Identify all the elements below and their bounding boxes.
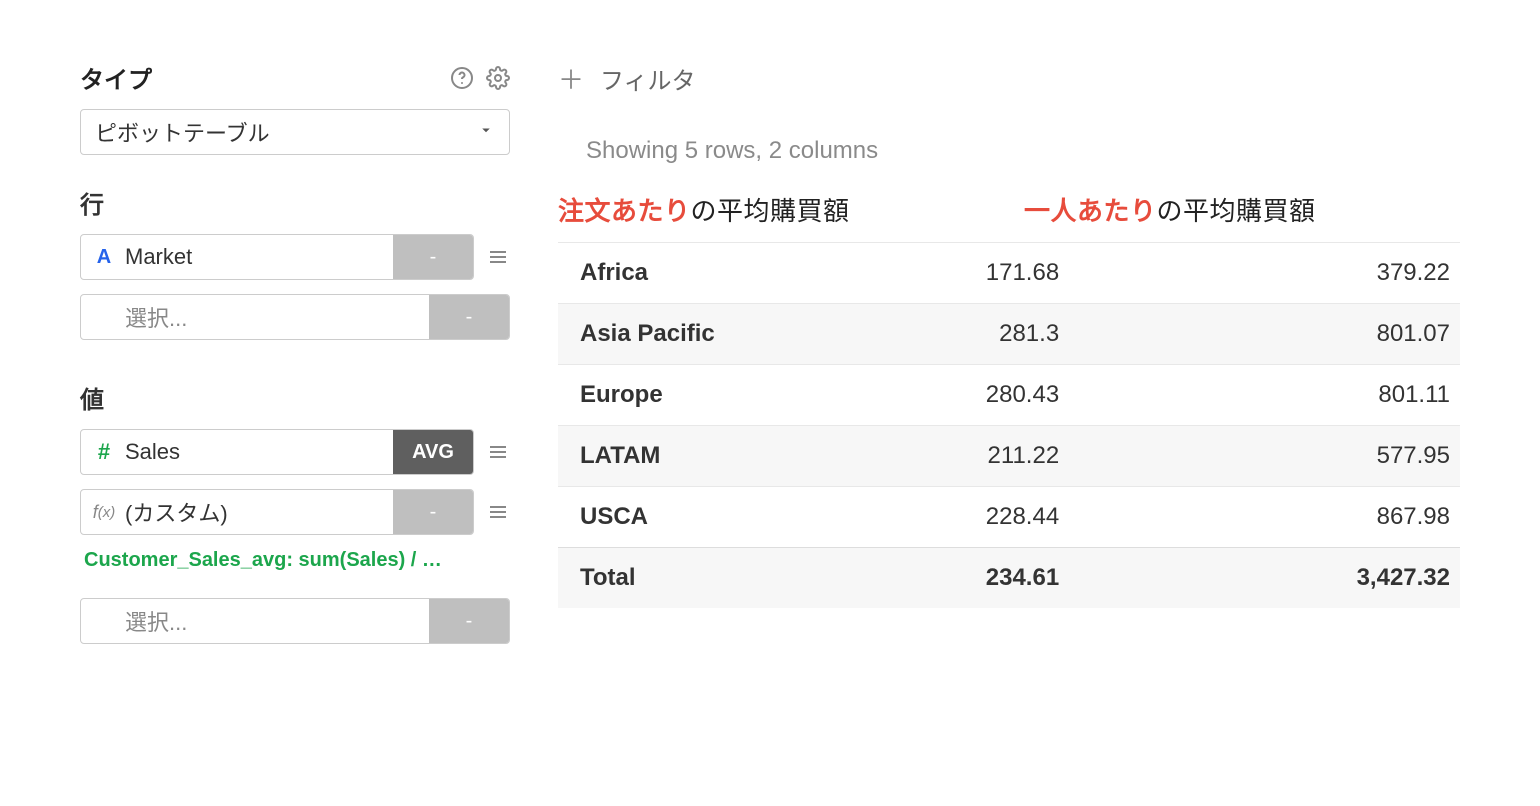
value-field-pill[interactable]: 選択... - — [80, 598, 510, 644]
help-icon[interactable] — [450, 66, 474, 90]
text-type-icon: A — [93, 246, 115, 269]
function-type-icon: f(x) — [93, 502, 115, 523]
row-name: USCA — [558, 487, 847, 548]
config-sidebar: タイプ ピボットテーブル 行 A Market - 選択... - 値 # Sales AV… — [80, 60, 510, 658]
row-agg-button[interactable]: - — [429, 295, 509, 339]
row-value-1: 281.3 — [847, 304, 1100, 365]
value-agg-button[interactable]: - — [429, 599, 509, 643]
value-agg-button[interactable]: - — [393, 490, 473, 534]
number-type-icon: # — [93, 439, 115, 465]
table-row[interactable]: LATAM211.22577.95 — [558, 426, 1460, 487]
total-row: Total234.613,427.32 — [558, 548, 1460, 609]
table-row[interactable]: Europe280.43801.11 — [558, 365, 1460, 426]
table-row[interactable]: Asia Pacific281.3801.07 — [558, 304, 1460, 365]
row-name: Europe — [558, 365, 847, 426]
col1-highlight: 注文あたり — [558, 191, 691, 228]
plus-icon: ＋ — [558, 60, 584, 97]
value-agg-button[interactable]: AVG — [393, 430, 473, 474]
total-value-1: 234.61 — [847, 548, 1100, 609]
formula-text: Customer_Sales_avg: sum(Sales) / … — [84, 549, 510, 572]
row-field-name: Market — [125, 244, 192, 270]
rows-label: 行 — [80, 185, 510, 220]
row-value-2: 577.95 — [1099, 426, 1460, 487]
row-name: Africa — [558, 243, 847, 304]
row-field-pill[interactable]: A Market - — [80, 234, 474, 280]
row-count-text: Showing 5 rows, 2 columns — [586, 137, 1460, 165]
row-value-2: 801.07 — [1099, 304, 1460, 365]
row-name: Asia Pacific — [558, 304, 847, 365]
filter-label: フィルタ — [600, 61, 696, 96]
row-value-1: 228.44 — [847, 487, 1100, 548]
column-headers: 注文あたり の平均購買額 一人あたり の平均購買額 — [558, 191, 1460, 228]
viz-type-value: ピボットテーブル — [95, 116, 270, 148]
values-label: 値 — [80, 380, 510, 415]
value-field-name: (カスタム) — [125, 496, 228, 528]
table-row[interactable]: USCA228.44867.98 — [558, 487, 1460, 548]
row-value-2: 379.22 — [1099, 243, 1460, 304]
value-field-pill[interactable]: f(x) (カスタム) - — [80, 489, 474, 535]
value-field-name: Sales — [125, 439, 180, 465]
value-field-name: 選択... — [125, 605, 187, 637]
drag-handle-icon[interactable] — [486, 500, 510, 524]
row-name: LATAM — [558, 426, 847, 487]
total-label: Total — [558, 548, 847, 609]
add-filter-button[interactable]: ＋ フィルタ — [558, 60, 1460, 97]
gear-icon[interactable] — [486, 66, 510, 90]
row-value-1: 171.68 — [847, 243, 1100, 304]
chevron-down-icon — [477, 119, 495, 145]
total-value-2: 3,427.32 — [1099, 548, 1460, 609]
value-field-pill[interactable]: # Sales AVG — [80, 429, 474, 475]
pivot-table: Africa171.68379.22Asia Pacific281.3801.0… — [558, 242, 1460, 608]
row-field-name: 選択... — [125, 301, 187, 333]
drag-handle-icon[interactable] — [486, 440, 510, 464]
row-field-pill[interactable]: 選択... - — [80, 294, 510, 340]
viz-type-select[interactable]: ピボットテーブル — [80, 109, 510, 155]
col2-highlight: 一人あたり — [1024, 191, 1157, 228]
col1-rest: の平均購買額 — [691, 191, 850, 228]
row-value-1: 280.43 — [847, 365, 1100, 426]
row-agg-button[interactable]: - — [393, 235, 473, 279]
main-panel: ＋ フィルタ Showing 5 rows, 2 columns 注文あたり の… — [558, 60, 1500, 658]
row-value-2: 867.98 — [1099, 487, 1460, 548]
drag-handle-icon[interactable] — [486, 245, 510, 269]
row-value-2: 801.11 — [1099, 365, 1460, 426]
table-row[interactable]: Africa171.68379.22 — [558, 243, 1460, 304]
col2-rest: の平均購買額 — [1157, 191, 1316, 228]
type-label: タイプ — [80, 60, 152, 95]
row-value-1: 211.22 — [847, 426, 1100, 487]
